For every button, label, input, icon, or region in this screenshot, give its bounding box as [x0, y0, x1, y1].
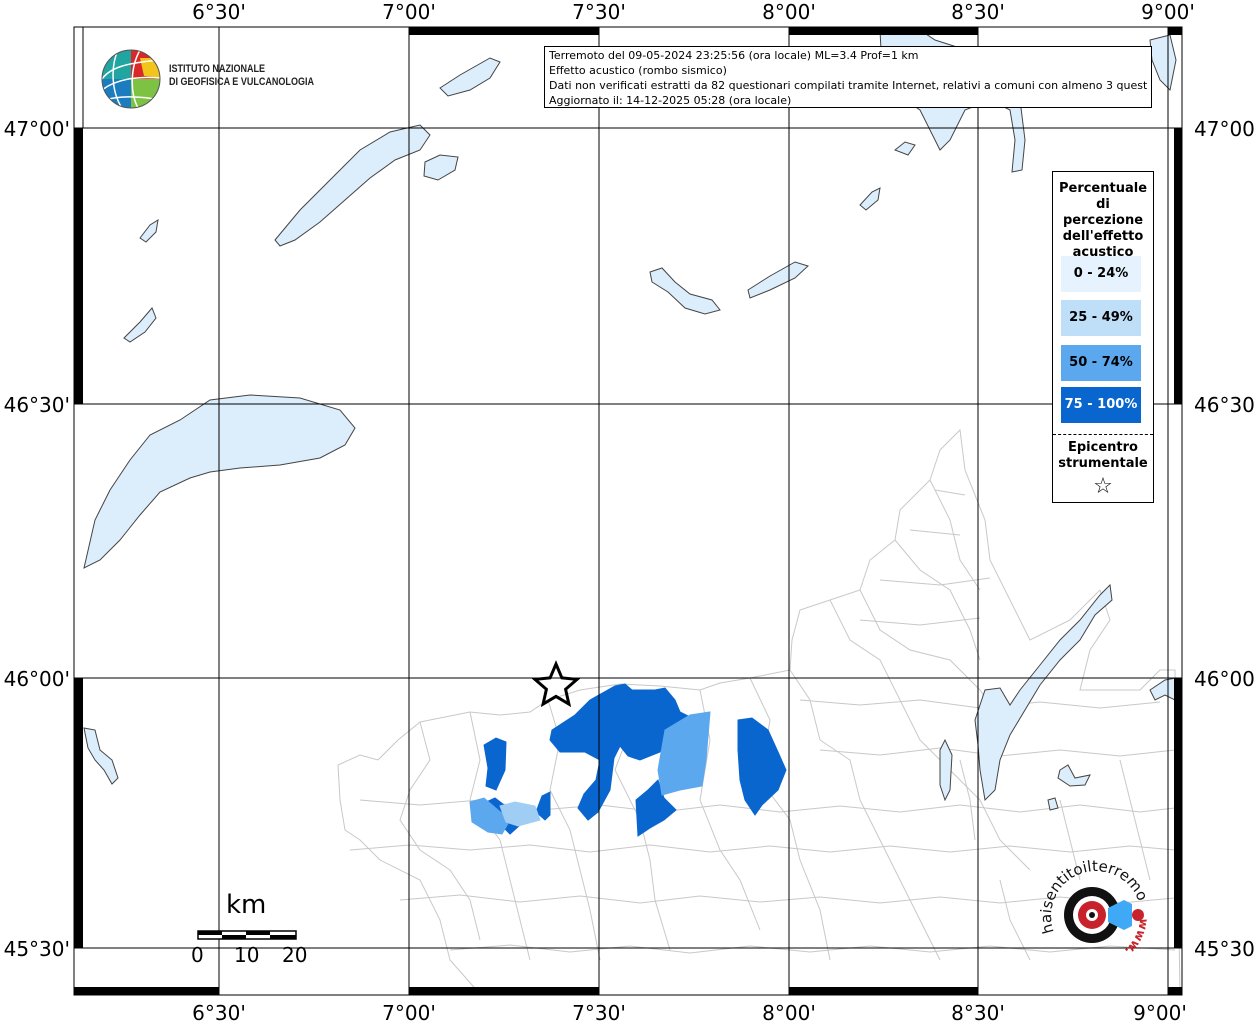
logo-line2: DI GEOFISICA E VULCANOLOGIA	[169, 76, 314, 88]
update-time: Aggiornato il: 14-12-2025 05:28 (ora loc…	[549, 94, 792, 107]
longitude-labels-top: 6°30' 7°00' 7°30' 8°00' 8°30' 9°00'	[192, 0, 1195, 24]
lon-label: 8°00'	[762, 1001, 816, 1024]
latitude-labels-left: 47°00' 46°30' 46°00' 45°30'	[4, 117, 70, 961]
logo-line1: ISTITUTO NAZIONALE	[169, 63, 266, 75]
lat-label: 46°00'	[4, 667, 70, 691]
event-title: Terremoto del 09-05-2024 23:25:56 (ora l…	[549, 49, 919, 62]
lat-label: 46°30'	[1194, 393, 1255, 417]
legend-star-icon: ☆	[1093, 474, 1113, 499]
lat-label: 47°00'	[1194, 117, 1255, 141]
hsit-target-icon: haisentitoilterremoto.it www.	[1036, 846, 1152, 958]
legend-epi-line: strumentale	[1058, 456, 1148, 471]
legend-epi-line: Epicentro	[1068, 440, 1138, 455]
legend-title-line: Percentuale	[1058, 181, 1148, 196]
lat-label: 46°30'	[4, 393, 70, 417]
legend-epicenter-label: Epicentro strumentale	[1053, 440, 1153, 472]
scale-bar: km 0 10 20	[190, 888, 320, 978]
lon-label: 8°30'	[951, 1001, 1005, 1024]
legend-separator	[1053, 434, 1153, 435]
hsit-logo: haisentitoilterremoto.it www.	[1036, 846, 1152, 970]
legend-class: 50 - 74%	[1061, 345, 1141, 381]
ingv-logo: ISTITUTO NAZIONALE DI GEOFISICA E VULCAN…	[100, 48, 320, 110]
data-note: Dati non verificati estratti da 82 quest…	[549, 79, 1147, 92]
lon-label: 9°00'	[1133, 1001, 1187, 1024]
lon-label: 6°30'	[192, 1001, 246, 1024]
lon-label: 8°00'	[762, 0, 816, 24]
longitude-labels-bottom: 6°30' 7°00' 7°30' 8°00' 8°30' 9°00'	[192, 1001, 1187, 1024]
scale-unit: km	[226, 890, 267, 920]
legend: Percentuale di percezione dell'effetto a…	[1052, 171, 1154, 503]
lon-label: 7°00'	[382, 1001, 436, 1024]
lat-label: 45°30'	[1194, 937, 1255, 961]
scale-label: 20	[282, 943, 308, 967]
legend-class: 75 - 100%	[1061, 387, 1141, 423]
latitude-labels-right: 47°00' 46°30' 46°00' 45°30'	[1194, 117, 1255, 961]
scale-label: 10	[234, 943, 260, 967]
lat-label: 46°00'	[1194, 667, 1255, 691]
scale-label: 0	[191, 943, 204, 967]
lon-label: 9°00'	[1141, 0, 1195, 24]
lat-label: 47°00'	[4, 117, 70, 141]
lat-label: 45°30'	[4, 937, 70, 961]
legend-class: 25 - 49%	[1061, 300, 1141, 336]
legend-title-line: di percezione	[1062, 197, 1144, 228]
legend-title-line: dell'effetto	[1062, 229, 1144, 244]
globe-icon	[101, 49, 161, 109]
lon-label: 6°30'	[192, 0, 246, 24]
map-frame	[73, 26, 1183, 996]
lon-label: 7°30'	[572, 0, 626, 24]
lon-label: 7°30'	[572, 1001, 626, 1024]
legend-title: Percentuale di percezione dell'effetto a…	[1053, 181, 1153, 261]
lon-label: 8°30'	[951, 0, 1005, 24]
event-info-box: Terremoto del 09-05-2024 23:25:56 (ora l…	[544, 46, 1152, 108]
effect-type: Effetto acustico (rombo sismico)	[549, 64, 727, 77]
lon-label: 7°00'	[382, 0, 436, 24]
legend-class: 0 - 24%	[1061, 256, 1141, 292]
